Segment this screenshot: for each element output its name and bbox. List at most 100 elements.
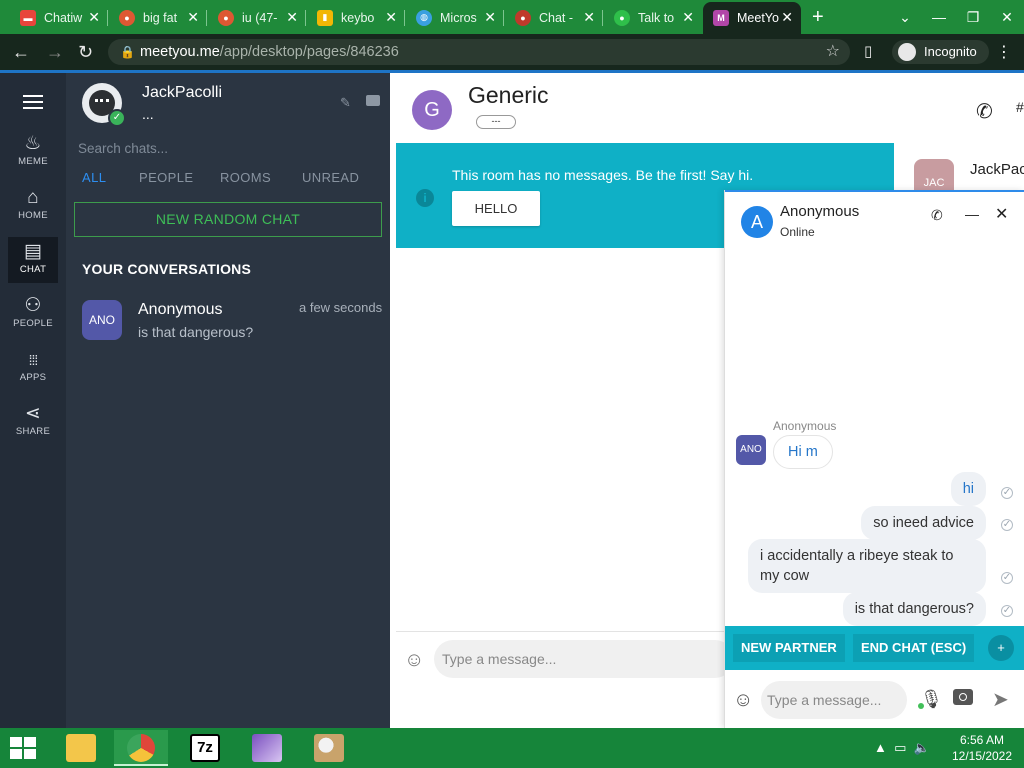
delivered-check-icon: ✓ [1001,605,1013,617]
online-check-icon: ✓ [108,109,126,127]
new-random-chat-button[interactable]: NEW RANDOM CHAT [74,202,382,237]
close-tab-icon[interactable]: ✕ [583,9,595,26]
minimize-window-icon[interactable]: — [922,9,956,25]
tab-title: MeetYo [737,11,779,25]
add-friend-icon[interactable]: + [988,635,1014,661]
avatar[interactable]: ANO [736,435,766,465]
nav-item-home[interactable]: ⌂ HOME [8,183,58,229]
incognito-label: Incognito [924,44,977,59]
close-tab-icon[interactable]: ✕ [286,9,298,26]
phone-call-icon[interactable]: ✆ [976,99,993,124]
nav-item-chat[interactable]: ▤ CHAT [8,237,58,283]
bookmark-star-icon[interactable]: ☆ [826,39,840,65]
reload-icon[interactable]: ↻ [78,42,93,63]
new-partner-button[interactable]: NEW PARTNER [733,634,845,662]
room-title: Generic [468,82,549,108]
list-item[interactable]: ANO Anonymous is that dangerous? a few s… [74,293,390,349]
conversation-time: a few seconds [299,300,383,315]
room-tag-badge[interactable]: --- [476,115,516,129]
member-name[interactable]: JackPac [970,161,1024,178]
duckduckgo-favicon-icon: ● [218,9,234,26]
close-tab-icon[interactable]: ✕ [781,9,793,26]
emoji-icon[interactable]: ☺ [404,649,424,672]
tab-search-chevron-icon[interactable]: ⌄ [888,9,922,26]
tab-title: big fat [143,10,178,25]
phone-call-icon[interactable]: ✆ [931,207,943,224]
avatar: ANO [82,300,122,340]
search-chats-input[interactable] [78,135,378,161]
chat-favicon-icon: ● [515,9,531,26]
url-path: /app/desktop/pages/846236 [219,44,399,60]
tab-title: Chat - [539,10,574,25]
forward-arrow-icon[interactable]: → [46,42,64,63]
filter-tab-all[interactable]: ALL [82,170,106,185]
system-clock[interactable]: 6:56 AM 12/15/2022 [948,732,1016,764]
camera-icon[interactable] [953,689,973,705]
side-panel-icon[interactable]: ▯ [864,42,872,60]
send-icon[interactable]: ➤ [992,687,1009,712]
close-tab-icon[interactable]: ✕ [682,9,694,26]
room-message-input[interactable] [434,640,734,678]
share-icon: ⋖ [24,403,42,424]
room-avatar[interactable]: G [412,90,452,130]
room-hash-icon[interactable]: # [1016,99,1024,115]
hello-button[interactable]: HELLO [452,191,540,226]
conversation-name: Anonymous [138,301,223,318]
back-arrow-icon[interactable]: ← [12,42,30,63]
browser-tab-active[interactable]: M MeetYo ✕ [703,2,801,34]
delivered-check-icon: ✓ [1001,487,1013,499]
taskbar-file-explorer[interactable] [54,730,108,766]
minimize-icon[interactable]: — [965,206,979,222]
globe-favicon-icon: ◍ [416,9,432,26]
message-sender: Anonymous [773,419,837,433]
avatar[interactable]: A [741,206,773,238]
incognito-badge[interactable]: Incognito [892,40,989,64]
nav-item-share[interactable]: ⋖ SHARE [8,399,58,445]
browser-tab[interactable]: ◍ Micros ✕ [406,2,504,33]
nav-item-meme[interactable]: ♨ MEME [8,129,58,175]
browser-tab[interactable]: ▮ keybo ✕ [307,2,405,33]
browser-tab[interactable]: ● big fat ✕ [109,2,207,33]
browser-tab[interactable]: ▬ Chatiw ✕ [10,2,108,33]
chat-actions-bar: NEW PARTNER END CHAT (ESC) + [725,626,1024,670]
taskbar-chrome[interactable] [114,730,168,766]
url-host: meetyou.me [140,44,220,60]
filter-tab-rooms[interactable]: ROOMS [220,170,271,185]
end-chat-button[interactable]: END CHAT (ESC) [853,634,975,662]
browser-tab[interactable]: ● Chat - ✕ [505,2,603,33]
close-icon[interactable]: ✕ [995,204,1008,224]
taskbar-winrar[interactable] [240,730,294,766]
close-window-icon[interactable]: ✕ [990,9,1024,26]
profile-status[interactable]: ... [142,106,154,122]
windows-start-icon[interactable] [10,737,38,761]
browser-tab[interactable]: ● iu (47- ✕ [208,2,306,33]
filter-tab-unread[interactable]: UNREAD [302,170,359,185]
nav-item-people[interactable]: ⚇ PEOPLE [8,291,58,337]
chat-message-input[interactable] [761,681,907,719]
avatar[interactable]: ✓ [82,83,126,127]
emoji-icon[interactable]: ☺ [733,689,753,712]
close-tab-icon[interactable]: ✕ [88,9,100,26]
close-tab-icon[interactable]: ✕ [484,9,496,26]
chat-partner-name: Anonymous [780,203,860,220]
system-tray-icons[interactable]: ▲ ▭ 🔈 [874,740,930,756]
window-controls: ⌄ — ❐ ✕ [888,0,1024,34]
taskbar-7zip[interactable]: 7z [178,730,232,766]
clock-time: 6:56 AM [959,733,1005,747]
browser-menu-kebab-icon[interactable]: ⋮ [996,42,1012,62]
incoming-message: Hi m [773,435,833,469]
browser-tab[interactable]: ● Talk to ✕ [604,2,702,33]
close-tab-icon[interactable]: ✕ [187,9,199,26]
compose-chat-icon[interactable] [366,95,380,106]
filter-tab-people[interactable]: PEOPLE [139,170,193,185]
nav-item-apps[interactable]: ⁞⁞⁞ APPS [8,345,58,391]
edit-pencil-icon[interactable]: ✎ [340,95,351,111]
chat-icon: ▤ [23,241,43,262]
close-tab-icon[interactable]: ✕ [385,9,397,26]
taskbar-paint[interactable] [302,730,356,766]
new-tab-plus-icon[interactable]: + [812,6,824,29]
7zip-icon: 7z [190,734,220,762]
address-bar[interactable]: 🔒 meetyou.me/app/desktop/pages/846236 ☆ [108,39,850,65]
restore-window-icon[interactable]: ❐ [956,9,990,26]
hamburger-menu-icon[interactable] [23,95,43,113]
